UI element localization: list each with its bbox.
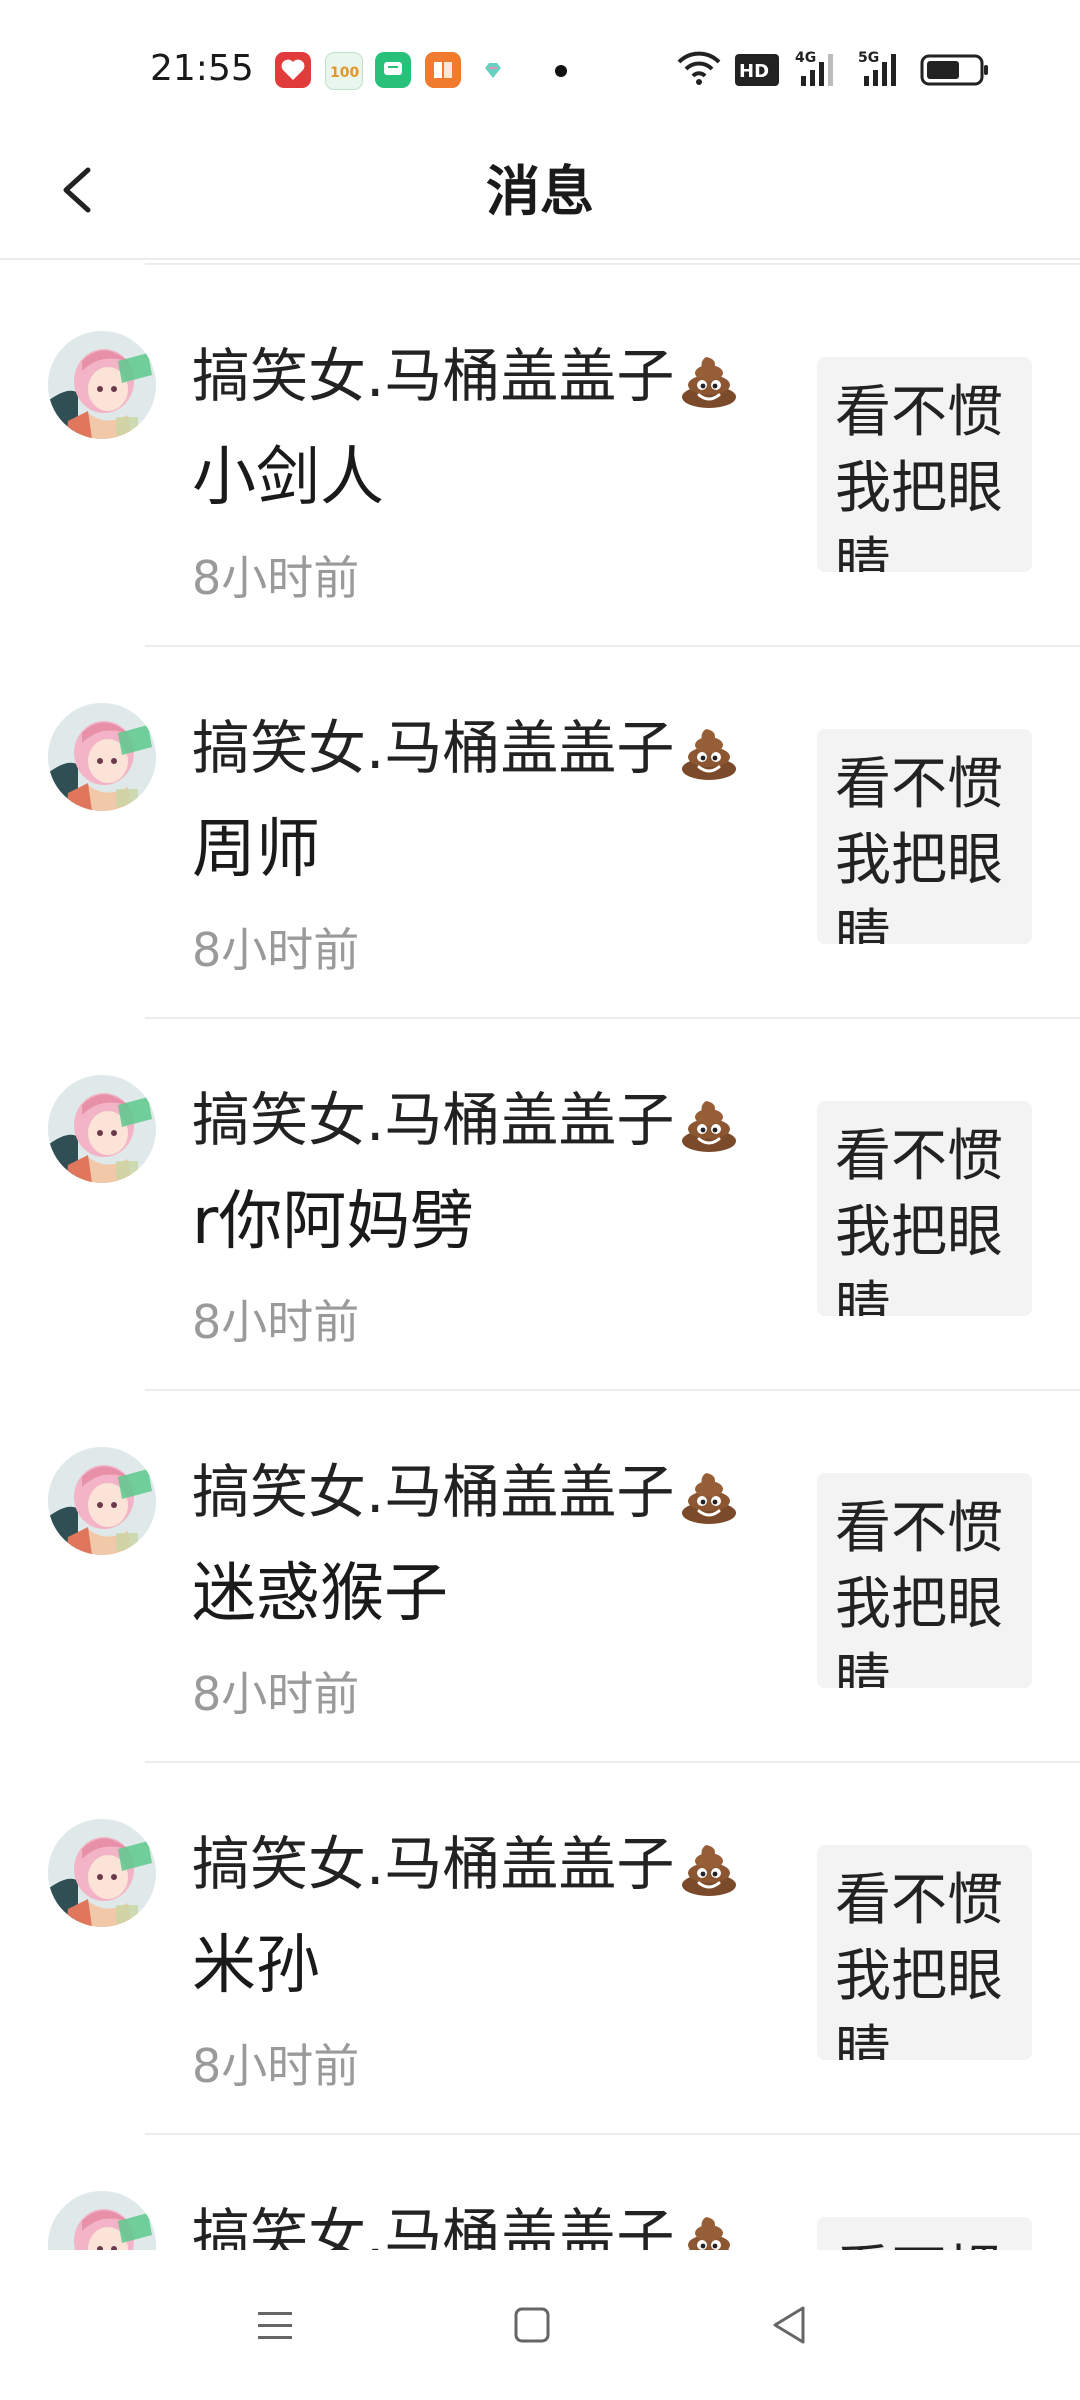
menu-icon[interactable]	[240, 2290, 310, 2360]
timestamp: 8小时前	[192, 923, 360, 977]
post-preview-thumbnail[interactable]: 看不惯我把眼睛	[817, 1473, 1032, 1688]
avatar[interactable]	[48, 2191, 156, 2250]
chat-app-icon	[375, 52, 411, 88]
message-text: 小剑人	[192, 441, 384, 515]
post-preview-thumbnail[interactable]: 看不惯我把眼睛	[817, 357, 1032, 572]
status-time: 21:55	[150, 48, 254, 89]
hundred-app-icon: 100	[325, 52, 363, 90]
message-text: 周师	[192, 813, 320, 887]
user-name[interactable]: 搞笑女.马桶盖盖子	[192, 2201, 740, 2250]
poop-emoji-icon	[678, 1465, 740, 1527]
battery-icon	[920, 54, 990, 90]
status-bar: 21:55 100 HD 4G 5G	[0, 0, 1080, 140]
svg-text:HD: HD	[739, 61, 769, 82]
back-triangle-icon[interactable]	[755, 2290, 825, 2360]
list-item[interactable]: 搞笑女.马桶盖盖子 周师 8小时前 看不惯我把眼睛	[0, 647, 1080, 1019]
poop-emoji-icon	[678, 349, 740, 411]
heart-app-icon	[275, 52, 311, 88]
signal-5g-icon: 5G	[858, 48, 906, 92]
timestamp: 8小时前	[192, 1295, 360, 1349]
post-preview-thumbnail[interactable]: 看不惯我把眼睛	[817, 1101, 1032, 1316]
list-item[interactable]: 搞笑女.马桶盖盖子 迷惑猴子 8小时前 看不惯我把眼睛	[0, 1391, 1080, 1763]
book-app-icon	[425, 52, 461, 88]
signal-4g-icon: 4G	[795, 48, 843, 92]
list-item[interactable]: 搞笑女.马桶盖盖子 小剑人 8小时前 看不惯我把眼睛	[0, 275, 1080, 647]
preview-text: 看不惯我把眼睛	[835, 1868, 1003, 2060]
wifi-icon	[675, 50, 723, 90]
preview-text: 看不惯我把眼睛	[835, 1496, 1003, 1688]
user-name[interactable]: 搞笑女.马桶盖盖子	[192, 1829, 740, 1899]
timestamp: 8小时前	[192, 1667, 360, 1721]
svg-text:100: 100	[330, 65, 359, 81]
hd-icon: HD	[735, 54, 779, 90]
home-square-icon[interactable]	[497, 2290, 567, 2360]
poop-emoji-icon	[678, 1837, 740, 1899]
diamond-app-icon	[475, 52, 511, 88]
divider	[145, 263, 1080, 265]
post-preview-thumbnail[interactable]: 看不惯我把眼睛	[817, 1845, 1032, 2060]
app-header: 消息	[0, 140, 1080, 260]
preview-text: 看不惯我把眼睛	[835, 752, 1003, 944]
list-item[interactable]: 搞笑女.马桶盖盖子 看不惯	[0, 2135, 1080, 2250]
user-name[interactable]: 搞笑女.马桶盖盖子	[192, 1457, 740, 1527]
svg-text:5G: 5G	[858, 50, 879, 66]
svg-text:4G: 4G	[795, 50, 816, 66]
notification-dot	[555, 65, 567, 77]
preview-text: 看不惯我把眼睛	[835, 380, 1003, 572]
preview-text: 看不惯我把眼睛	[835, 1124, 1003, 1316]
poop-emoji-icon	[678, 721, 740, 783]
poop-emoji-icon	[678, 2209, 740, 2250]
avatar[interactable]	[48, 331, 156, 439]
preview-text: 看不惯	[835, 2235, 1015, 2250]
avatar[interactable]	[48, 703, 156, 811]
user-name[interactable]: 搞笑女.马桶盖盖子	[192, 1085, 740, 1155]
avatar[interactable]	[48, 1819, 156, 1927]
user-name[interactable]: 搞笑女.马桶盖盖子	[192, 713, 740, 783]
message-list[interactable]: 搞笑女.马桶盖盖子 小剑人 8小时前 看不惯我把眼睛 搞笑女.马桶盖盖子 周师 …	[0, 260, 1080, 2250]
timestamp: 8小时前	[192, 2039, 360, 2093]
avatar[interactable]	[48, 1447, 156, 1555]
list-item[interactable]: 搞笑女.马桶盖盖子 r你阿妈劈 8小时前 看不惯我把眼睛	[0, 1019, 1080, 1391]
poop-emoji-icon	[678, 1093, 740, 1155]
system-nav-bar	[0, 2250, 1080, 2400]
page-title: 消息	[486, 160, 594, 223]
timestamp: 8小时前	[192, 551, 360, 605]
avatar[interactable]	[48, 1075, 156, 1183]
message-text: 米孙	[192, 1929, 320, 2003]
message-text: r你阿妈劈	[192, 1185, 475, 1259]
user-name[interactable]: 搞笑女.马桶盖盖子	[192, 341, 740, 411]
post-preview-thumbnail[interactable]: 看不惯	[817, 2217, 1032, 2250]
post-preview-thumbnail[interactable]: 看不惯我把眼睛	[817, 729, 1032, 944]
message-text: 迷惑猴子	[192, 1557, 448, 1631]
list-item[interactable]: 搞笑女.马桶盖盖子 米孙 8小时前 看不惯我把眼睛	[0, 1763, 1080, 2135]
